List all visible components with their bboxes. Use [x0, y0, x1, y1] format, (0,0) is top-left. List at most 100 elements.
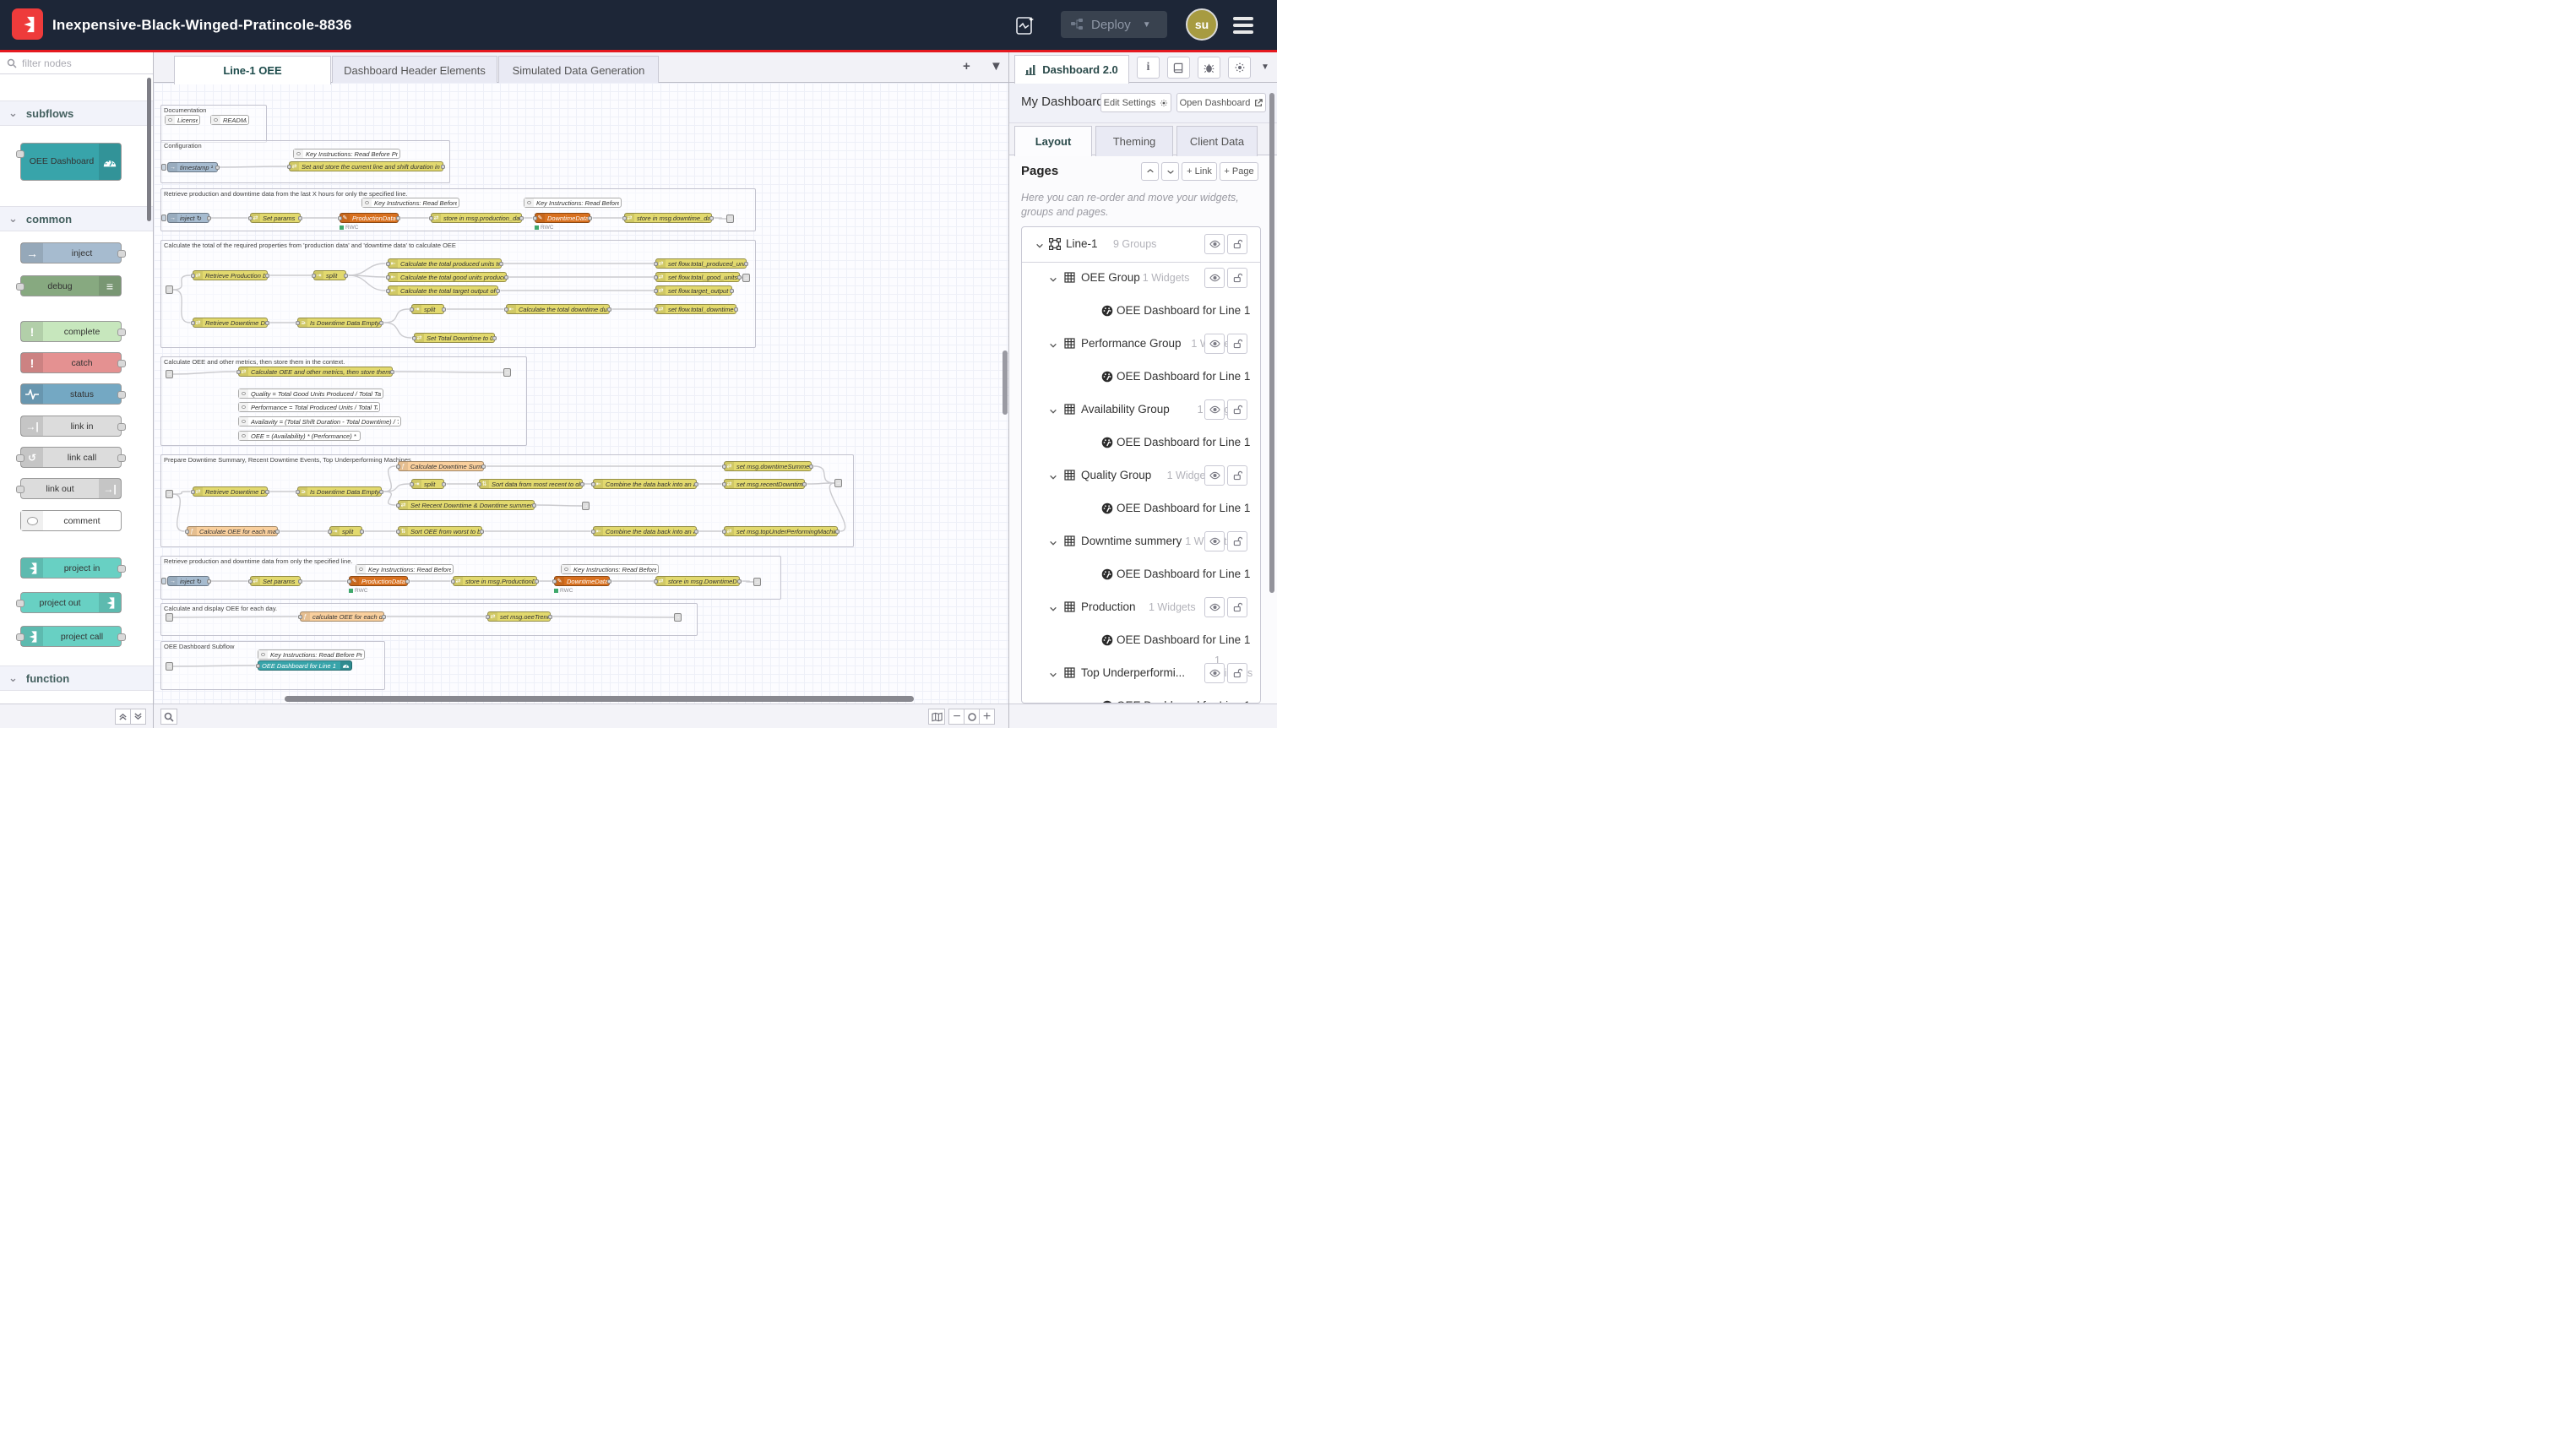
- node-retrieve-downtime-data[interactable]: ⇄Retrieve Downtime Data: [193, 318, 268, 328]
- link-out-node[interactable]: →: [834, 479, 842, 487]
- node-set-params[interactable]: ⇄Set params: [250, 213, 301, 223]
- user-avatar[interactable]: su: [1186, 8, 1218, 41]
- node-set-total-downtime-to-0[interactable]: ⇄Set Total Downtime to 0: [414, 333, 495, 343]
- tree-group-row[interactable]: Production1 Widgets: [1022, 594, 1260, 622]
- tree-group-row[interactable]: Quality Group1 Widgets: [1022, 462, 1260, 491]
- lock-toggle-button[interactable]: [1227, 663, 1247, 683]
- node-set-recent-downtime-downtime-summery-to[interactable]: ⇄Set Recent Downtime & Downtime summery …: [398, 500, 535, 510]
- node-calculate-the-total-good-units-produced-today[interactable]: ⇤Calculate the total good units produced…: [388, 272, 507, 282]
- chevron-down-icon[interactable]: [1049, 470, 1057, 486]
- palette-node-project-in[interactable]: project in: [20, 557, 122, 579]
- lock-toggle-button[interactable]: [1227, 597, 1247, 617]
- node-key-instructions-read-before-proceeding[interactable]: Key Instructions: Read Before Proceeding: [293, 149, 400, 159]
- visibility-toggle-button[interactable]: [1204, 234, 1225, 254]
- node-calculate-the-total-downtime-duration[interactable]: ⇤Calculate the total downtime duration: [506, 304, 610, 314]
- link-in-node[interactable]: →: [166, 662, 173, 671]
- node-productiondata[interactable]: ✎ProductionData: [340, 213, 399, 223]
- palette-node-link-out[interactable]: →|link out: [20, 478, 122, 499]
- link-in-node[interactable]: →: [166, 370, 173, 378]
- inject-button[interactable]: [161, 578, 166, 584]
- palette-node-link-call[interactable]: ↺link call: [20, 447, 122, 468]
- tab-dashboard-2[interactable]: Dashboard 2.0: [1014, 55, 1129, 84]
- tree-widget-row[interactable]: OEE Dashboard for Line 1: [1022, 429, 1260, 458]
- lock-toggle-button[interactable]: [1227, 234, 1247, 254]
- node-productiondata[interactable]: ✎ProductionData: [349, 576, 408, 586]
- node-sort-oee-from-worst-to-best[interactable]: ⇅Sort OEE from worst to best: [398, 526, 482, 536]
- node-quality-total-good-units-produced-total-target-units[interactable]: Quality = Total Good Units Produced / To…: [238, 388, 383, 399]
- navigator-button[interactable]: [928, 709, 945, 725]
- node-set-flow-target-output[interactable]: ⇄set flow.target_output: [655, 285, 732, 296]
- tree-group-row[interactable]: Performance Group1 Widgets: [1022, 330, 1260, 359]
- palette-search[interactable]: [0, 52, 153, 74]
- node-downtimedata[interactable]: ✎DowntimeData: [554, 576, 610, 586]
- visibility-toggle-button[interactable]: [1204, 597, 1225, 617]
- link-out-node[interactable]: →: [674, 613, 682, 622]
- add-page-button[interactable]: + Page: [1220, 162, 1258, 181]
- ai-assistant-icon[interactable]: [1012, 12, 1039, 39]
- tree-widget-row[interactable]: OEE Dashboard for Line 1: [1022, 693, 1260, 704]
- zoom-out-button[interactable]: −: [948, 709, 965, 725]
- node-calculate-the-total-produced-units-today[interactable]: ⇤Calculate the total produced units toda…: [388, 258, 502, 269]
- chevron-down-icon[interactable]: [1049, 536, 1057, 551]
- visibility-toggle-button[interactable]: [1204, 268, 1225, 288]
- link-in-node[interactable]: →: [166, 490, 173, 498]
- node-sort-data-from-most-recent-to-oldest[interactable]: ⇅Sort data from most recent to oldest: [479, 479, 583, 489]
- tree-group-row[interactable]: Availability Group1 Widgets: [1022, 396, 1260, 425]
- palette-category-subflows[interactable]: ⌄subflows: [0, 101, 153, 126]
- edit-settings-button[interactable]: Edit Settings: [1100, 93, 1171, 112]
- link-out-node[interactable]: →: [726, 215, 734, 223]
- tree-widget-row[interactable]: OEE Dashboard for Line 1: [1022, 627, 1260, 655]
- node-set-flow-total-downtime[interactable]: ⇄set flow.total_downtime: [655, 304, 736, 314]
- palette-node-complete[interactable]: !complete: [20, 321, 122, 342]
- node-calculate-the-total-target-output-of-today[interactable]: ⇤Calculate the total target output of to…: [388, 285, 498, 296]
- visibility-toggle-button[interactable]: [1204, 334, 1225, 354]
- node-store-in-msg-downtimedata[interactable]: ⇄store in msg.DowntimeData: [655, 576, 740, 586]
- tree-group-row[interactable]: Top Underperformi...1Widgets: [1022, 660, 1260, 688]
- main-menu-icon[interactable]: [1233, 17, 1253, 34]
- node-split[interactable]: ⇥split: [329, 526, 362, 536]
- sidebar-tabs-caret-icon[interactable]: ▼: [1261, 62, 1269, 72]
- link-in-node[interactable]: →: [166, 613, 173, 622]
- config-tab-button[interactable]: [1228, 57, 1251, 79]
- palette-node-inject[interactable]: →inject: [20, 242, 122, 263]
- node-inject[interactable]: →inject ↻: [167, 213, 209, 223]
- lock-toggle-button[interactable]: [1227, 268, 1247, 288]
- palette-category-common[interactable]: ⌄common: [0, 206, 153, 231]
- link-out-node[interactable]: →: [753, 578, 761, 586]
- palette-node-debug[interactable]: ≡debug: [20, 275, 122, 296]
- help-tab-button[interactable]: [1167, 57, 1190, 79]
- node-inject[interactable]: →inject ↻: [167, 576, 209, 586]
- canvas-horizontal-scrollbar[interactable]: [285, 696, 914, 702]
- flow-tab-simulated-data-generation[interactable]: Simulated Data Generation: [498, 56, 659, 84]
- zoom-reset-button[interactable]: [964, 709, 980, 725]
- sidebar-subtab-layout[interactable]: Layout: [1014, 126, 1092, 156]
- node-calculate-oee-for-each-day[interactable]: ƒcalculate OEE for each day: [300, 611, 384, 622]
- node-key-instructions-read-before-proceeding[interactable]: Key Instructions: Read Before Proceeding: [258, 649, 365, 660]
- node-split[interactable]: ⇥split: [411, 304, 444, 314]
- deploy-caret-icon[interactable]: ▼: [1143, 20, 1151, 30]
- tree-widget-row[interactable]: OEE Dashboard for Line 1: [1022, 297, 1260, 326]
- flow-list-caret-icon[interactable]: ▼: [990, 59, 1003, 73]
- node-license[interactable]: License: [165, 115, 200, 125]
- flow-group[interactable]: Retrieve production and downtime data fr…: [160, 188, 756, 231]
- inject-button[interactable]: [161, 215, 166, 221]
- visibility-toggle-button[interactable]: [1204, 465, 1225, 486]
- pages-expand-all-button[interactable]: [1161, 162, 1179, 181]
- sidebar-subtab-client-data[interactable]: Client Data: [1176, 126, 1258, 156]
- add-link-button[interactable]: + Link: [1182, 162, 1217, 181]
- link-in-node[interactable]: →: [166, 285, 173, 294]
- node-key-instructions-read-before-proceeding[interactable]: Key Instructions: Read Before Proceeding: [524, 198, 622, 208]
- sidebar-scrollbar[interactable]: [1269, 93, 1274, 593]
- node-store-in-msg-productiondata[interactable]: ⇄store in msg.ProductionData: [453, 576, 537, 586]
- chevron-down-icon[interactable]: [1049, 273, 1057, 288]
- tree-widget-row[interactable]: OEE Dashboard for Line 1: [1022, 561, 1260, 589]
- node-retrieve-production-data[interactable]: ⇄Retrieve Production Data: [193, 270, 268, 280]
- link-out-node[interactable]: →: [503, 368, 511, 377]
- chevron-down-icon[interactable]: [1049, 602, 1057, 617]
- tree-group-row[interactable]: OEE Group1 Widgets: [1022, 264, 1260, 293]
- visibility-toggle-button[interactable]: [1204, 663, 1225, 683]
- chevron-down-icon[interactable]: [1049, 339, 1057, 354]
- node-performance-total-produced-units-total-target-units[interactable]: Performance = Total Produced Units / Tot…: [238, 402, 380, 412]
- palette-node-status[interactable]: status: [20, 383, 122, 405]
- canvas-vertical-scrollbar[interactable]: [1003, 350, 1008, 415]
